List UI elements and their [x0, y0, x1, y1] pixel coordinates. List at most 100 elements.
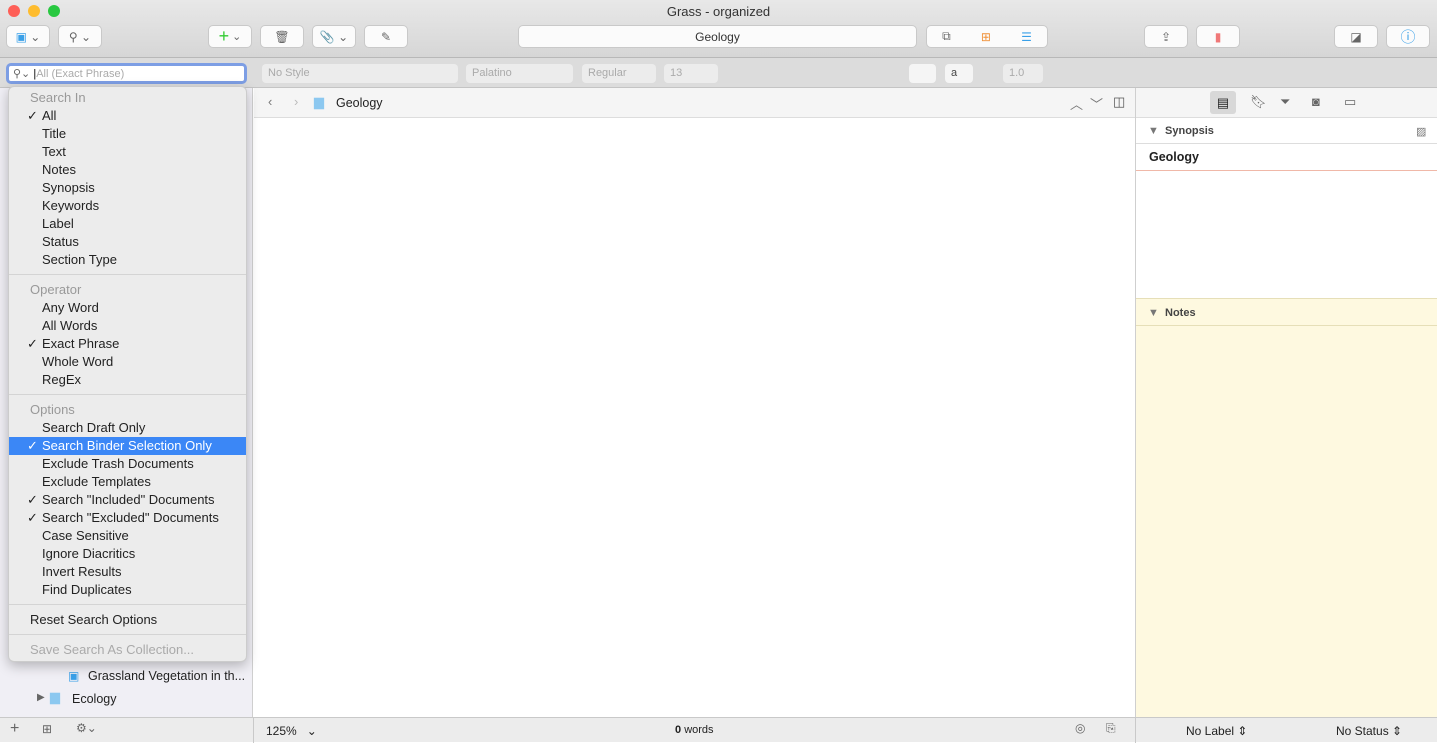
- bookmark-button[interactable]: ▮: [1196, 25, 1240, 48]
- menu-item-label: Exclude Templates: [42, 474, 151, 489]
- editor-text-area[interactable]: [254, 118, 1135, 717]
- gear-icon[interactable]: ⚙⌄: [76, 721, 97, 735]
- synopsis-text[interactable]: [1136, 171, 1437, 298]
- document-title-field[interactable]: Geology: [518, 25, 917, 48]
- menu-item-all-words[interactable]: All Words: [9, 317, 246, 335]
- menu-item-exclude-trash-documents[interactable]: Exclude Trash Documents: [9, 455, 246, 473]
- menu-item-label: All: [42, 108, 57, 123]
- menu-item-search-binder-selection-only[interactable]: ✓ Search Binder Selection Only: [9, 437, 246, 455]
- composition-mode-button[interactable]: ◪: [1334, 25, 1378, 48]
- next-document-icon[interactable]: ﹀: [1090, 94, 1103, 113]
- breadcrumb: Geology: [336, 96, 383, 110]
- search-options-menu: Search In ✓ All Title Text Notes Synopsis Keywo…: [8, 86, 247, 662]
- menu-item-label: Keywords: [42, 198, 100, 213]
- menu-item-status[interactable]: Status: [9, 233, 246, 251]
- menu-item-label: Ignore Diacritics: [42, 546, 136, 561]
- menu-item-label: Notes: [42, 162, 76, 177]
- menu-item-all[interactable]: ✓ All: [9, 107, 246, 125]
- menu-item-exact-phrase[interactable]: ✓ Exact Phrase: [9, 335, 246, 353]
- menu-section-header: Options: [30, 402, 75, 417]
- menu-item-exclude-templates[interactable]: Exclude Templates: [9, 473, 246, 491]
- menu-item-section-type[interactable]: Section Type: [9, 251, 246, 269]
- outliner-icon[interactable]: ☰: [1021, 30, 1032, 44]
- menu-section-header: Operator: [30, 282, 82, 297]
- folder-icon: ▆: [50, 689, 60, 704]
- metadata-tab-icon[interactable]: ⏷: [1280, 94, 1290, 110]
- inspector-button[interactable]: ⓘ: [1386, 25, 1430, 48]
- collapse-icon[interactable]: ▼: [1148, 307, 1159, 319]
- menu-item-label: Search Binder Selection Only: [42, 438, 212, 453]
- notes-tab-icon[interactable]: ▤: [1210, 91, 1236, 114]
- menu-item-any-word[interactable]: Any Word: [9, 299, 246, 317]
- search-icon: ⚲: [68, 29, 78, 44]
- menu-item-label: Any Word: [42, 300, 99, 315]
- inspector: ▤ 🔖︎ ⏷ ◙ ▭ ▼ Synopsis ▨ Geology ▼ Notes: [1135, 88, 1437, 717]
- line-spacing-field[interactable]: 1.0: [1003, 64, 1043, 83]
- font-weight-select[interactable]: Regular: [582, 64, 656, 83]
- trash-button[interactable]: 🗑: [260, 25, 304, 48]
- menu-item-title[interactable]: Title: [9, 125, 246, 143]
- quick-search-button[interactable]: ⚲ ⌄: [58, 25, 102, 48]
- image-icon[interactable]: ▨: [1416, 125, 1426, 138]
- menu-item-label[interactable]: Label: [9, 215, 246, 233]
- disclosure-triangle-icon[interactable]: ▶: [37, 692, 45, 703]
- menu-item-search-excluded-documents[interactable]: ✓ Search "Excluded" Documents: [9, 509, 246, 527]
- comments-tab-icon[interactable]: ▭: [1344, 94, 1356, 110]
- menu-item-find-duplicates[interactable]: Find Duplicates: [9, 581, 246, 599]
- reset-search-options[interactable]: Reset Search Options: [9, 611, 246, 629]
- menu-item-keywords[interactable]: Keywords: [9, 197, 246, 215]
- text-color-button[interactable]: a: [945, 64, 973, 83]
- menu-item-text[interactable]: Text: [9, 143, 246, 161]
- attach-button[interactable]: 📎 ⌄: [312, 25, 356, 48]
- save-search-as-collection: Save Search As Collection...: [30, 642, 195, 657]
- font-select[interactable]: Palatino: [466, 64, 573, 83]
- compose-button[interactable]: ✎: [364, 25, 408, 48]
- menu-item-ignore-diacritics[interactable]: Ignore Diacritics: [9, 545, 246, 563]
- add-folder-icon[interactable]: ⊞: [42, 722, 52, 736]
- bookmarks-tab-icon[interactable]: 🔖︎: [1250, 94, 1267, 110]
- menu-item-label: Whole Word: [42, 354, 114, 369]
- menu-item-regex[interactable]: RegEx: [9, 371, 246, 389]
- status-select[interactable]: No Status ⇕: [1336, 724, 1402, 738]
- previous-document-icon[interactable]: ︿: [1070, 94, 1083, 113]
- trash-icon: 🗑: [274, 29, 290, 44]
- menu-item-case-sensitive[interactable]: Case Sensitive: [9, 527, 246, 545]
- menu-item-search-included-documents[interactable]: ✓ Search "Included" Documents: [9, 491, 246, 509]
- add-button[interactable]: + ⌄: [208, 25, 252, 48]
- folder-icon: ▆: [314, 94, 324, 109]
- split-editor-icon[interactable]: ◫: [1113, 94, 1125, 110]
- search-placeholder: All (Exact Phrase): [36, 68, 125, 80]
- label-select[interactable]: No Label ⇕: [1186, 724, 1247, 738]
- menu-item-synopsis[interactable]: Synopsis: [9, 179, 246, 197]
- forward-icon[interactable]: ›: [294, 94, 298, 109]
- binder-item[interactable]: Ecology: [72, 692, 116, 706]
- font-size-field[interactable]: 13: [664, 64, 718, 83]
- menu-item-invert-results[interactable]: Invert Results: [9, 563, 246, 581]
- document-notes-icon[interactable]: ⎘: [1106, 721, 1116, 736]
- back-icon[interactable]: ‹: [268, 94, 272, 109]
- synopsis-title[interactable]: Geology: [1136, 144, 1437, 171]
- share-button[interactable]: ⇪: [1144, 25, 1188, 48]
- plus-icon: +: [218, 26, 230, 46]
- target-icon[interactable]: ◎: [1075, 721, 1085, 735]
- notes-area[interactable]: ▼ Notes: [1136, 298, 1437, 717]
- menu-item-whole-word[interactable]: Whole Word: [9, 353, 246, 371]
- checkmark-icon: ✓: [27, 492, 38, 507]
- style-select[interactable]: No Style: [262, 64, 458, 83]
- menu-item-label: Label: [42, 216, 74, 231]
- add-icon[interactable]: +: [10, 720, 19, 738]
- zoom-select[interactable]: 125% ⌄: [266, 724, 317, 738]
- scrivenings-icon[interactable]: ⧉: [942, 29, 951, 44]
- layout-icon: ▣: [15, 29, 27, 44]
- binder-item[interactable]: Grassland Vegetation in th...: [88, 669, 245, 683]
- compose-icon: ✎: [380, 29, 392, 44]
- menu-separator: [9, 604, 246, 605]
- menu-item-search-draft-only[interactable]: Search Draft Only: [9, 419, 246, 437]
- search-input[interactable]: ⚲⌄ |All (Exact Phrase): [6, 63, 247, 84]
- collapse-icon[interactable]: ▼: [1148, 125, 1159, 137]
- view-layout-button[interactable]: ▣ ⌄: [6, 25, 50, 48]
- corkboard-icon[interactable]: ⊞: [981, 30, 991, 44]
- highlight-color-button[interactable]: [909, 64, 936, 83]
- snapshots-tab-icon[interactable]: ◙: [1312, 94, 1320, 109]
- menu-item-notes[interactable]: Notes: [9, 161, 246, 179]
